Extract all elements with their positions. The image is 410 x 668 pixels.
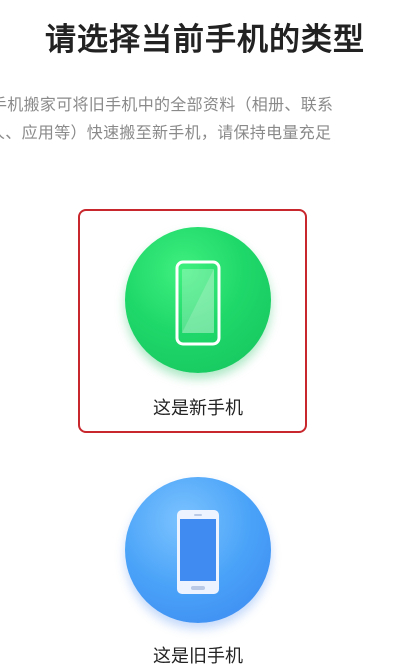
old-phone-icon — [177, 510, 219, 594]
page-title: 请选择当前手机的类型 — [45, 22, 365, 58]
description-line-1: 手机搬家可将旧手机中的全部资料（相册、联系 — [0, 95, 334, 114]
description-line-2: 人、应用等）快速搬至新手机，请保持电量充足 — [0, 123, 332, 142]
old-phone-label[interactable]: 这是旧手机 — [0, 642, 396, 668]
new-phone-label[interactable]: 这是新手机 — [0, 394, 396, 420]
new-phone-icon — [175, 260, 221, 346]
